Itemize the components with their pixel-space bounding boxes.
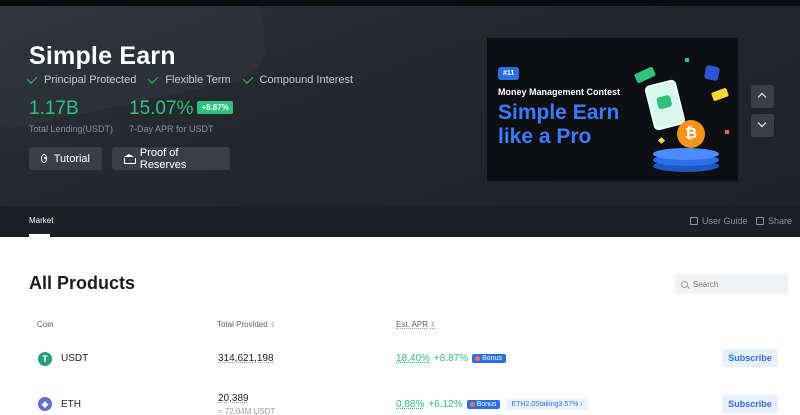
coin-stack-icon xyxy=(653,146,719,174)
tab-bar: Market User Guide Share xyxy=(0,206,800,237)
section-title: All Products xyxy=(29,273,136,293)
phone-illustration-icon xyxy=(643,78,687,132)
total-provided: 20,389 xyxy=(218,393,249,404)
search-box[interactable] xyxy=(675,274,788,294)
stat-value: 1.17B xyxy=(29,98,79,119)
tab-market[interactable]: Market xyxy=(29,216,53,225)
smiley-icon xyxy=(656,94,673,110)
coin-name: ETH xyxy=(61,399,81,410)
page-title: Simple Earn xyxy=(29,42,176,70)
stat-value-text: 15.07% xyxy=(129,98,194,119)
confetti-icon xyxy=(725,130,729,134)
chevron-down-icon xyxy=(757,118,767,128)
column-header-apr[interactable]: Est. APR ⇕ xyxy=(396,320,436,329)
banner-subtitle: Money Management Contest xyxy=(498,87,621,97)
bonus-badge: Bonus xyxy=(466,400,501,409)
sort-icon: ⇕ xyxy=(269,322,276,329)
share-link[interactable]: Share xyxy=(756,216,792,226)
tether-icon: T xyxy=(38,352,52,366)
bonus-icon xyxy=(475,356,481,361)
proof-of-reserves-button[interactable]: Proof of Reserves xyxy=(112,146,230,171)
confetti-icon xyxy=(657,136,666,145)
ticket-icon xyxy=(710,87,730,102)
column-header-coin: Coin xyxy=(37,320,54,329)
check-icon xyxy=(148,73,159,84)
stat-label: Total Lending(USDT) xyxy=(29,124,114,134)
promo-banner[interactable]: #11 Money Management Contest Simple Earn… xyxy=(487,38,738,181)
search-input[interactable] xyxy=(693,279,783,289)
feature-list: Principal Protected Flexible Term Compou… xyxy=(26,73,354,86)
column-header-provided[interactable]: Total Provided ⇕ xyxy=(217,320,276,329)
staking-tag[interactable]: ETH2.0Staking3.57% › xyxy=(506,399,588,410)
subscribe-button[interactable]: Subscribe xyxy=(722,395,778,413)
book-icon xyxy=(690,217,698,225)
feature-label: Compound Interest xyxy=(259,74,354,86)
feature-item: Flexible Term xyxy=(148,73,231,86)
apr-badge: +8.87% xyxy=(197,101,233,114)
banner-number: #11 xyxy=(498,67,520,80)
stat-label: 7-Day APR for USDT xyxy=(129,124,214,134)
feature-item: Compound Interest xyxy=(242,73,354,86)
bitcoin-icon: ₿ xyxy=(677,120,705,148)
tutorial-button[interactable]: Tutorial xyxy=(29,147,102,170)
hero-section: Simple Earn Principal Protected Flexible… xyxy=(0,6,800,206)
confetti-icon xyxy=(685,58,689,62)
ethereum-icon: ◆ xyxy=(38,397,52,411)
bonus-apr: +6.12% xyxy=(428,399,463,410)
bonus-apr: +8.87% xyxy=(433,353,469,364)
share-icon xyxy=(756,217,764,225)
banner-headline-line2: like a Pro xyxy=(498,125,592,148)
bank-icon xyxy=(124,154,136,164)
tutorial-icon xyxy=(41,154,47,163)
apr-value: 18.40% xyxy=(396,353,430,364)
apr-cell: 0.88% +6.12% Bonus ETH2.0Staking3.57% › xyxy=(396,399,588,410)
chevron-up-icon xyxy=(757,92,767,102)
bonus-label: Bonus xyxy=(476,401,497,408)
apr-cell: 18.40% +8.87% Bonus xyxy=(396,353,506,364)
banner-headline-line1: Simple Earn xyxy=(498,101,620,124)
coin-name: USDT xyxy=(61,353,89,364)
feature-label: Flexible Term xyxy=(165,74,231,86)
stat-apr: 15.07% +8.87% 7-Day APR for USDT xyxy=(129,98,233,134)
tutorial-label: Tutorial xyxy=(53,152,90,165)
total-provided-usdt: ≈ 72.04M USDT xyxy=(218,407,276,415)
column-header-label: Total Provided xyxy=(217,320,268,329)
banner-headline: Simple Earn like a Pro xyxy=(498,101,619,149)
share-label: Share xyxy=(768,216,793,226)
bonus-icon xyxy=(469,402,475,407)
user-guide-link[interactable]: User Guide xyxy=(690,216,748,226)
stat-value: 15.07% +8.87% xyxy=(129,98,233,120)
column-header-label: Est. APR xyxy=(396,320,429,329)
bonus-label: Bonus xyxy=(482,355,502,362)
banner-next-button[interactable] xyxy=(751,114,774,137)
tab-active-indicator xyxy=(29,234,50,237)
banner-prev-button[interactable] xyxy=(751,85,774,108)
check-icon xyxy=(26,73,38,84)
bonus-badge: Bonus xyxy=(472,354,506,363)
feature-item: Principal Protected xyxy=(26,73,137,86)
money-bag-icon xyxy=(703,64,721,82)
stat-total-lending: 1.17B Total Lending(USDT) xyxy=(29,98,113,134)
sort-icon: ⇕ xyxy=(430,322,436,329)
user-guide-label: User Guide xyxy=(702,216,748,226)
reserves-label: Proof of Reserves xyxy=(139,146,187,171)
check-icon xyxy=(242,73,253,84)
search-icon xyxy=(681,280,688,288)
feature-label: Principal Protected xyxy=(44,74,137,86)
ticket-icon xyxy=(633,66,657,84)
subscribe-button[interactable]: Subscribe xyxy=(722,349,778,367)
apr-value: 0.88% xyxy=(396,399,425,410)
total-provided: 314,621,198 xyxy=(218,353,274,364)
